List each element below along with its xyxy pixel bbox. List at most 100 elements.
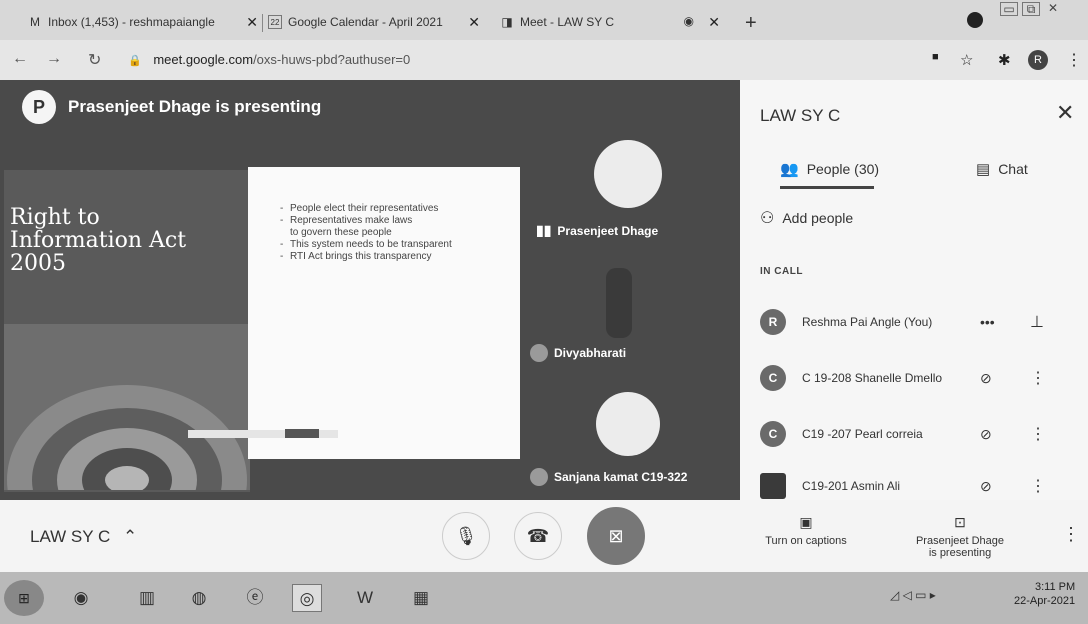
tab-gmail[interactable]: M Inbox (1,453) - reshmapaiangle ✕	[28, 8, 258, 36]
tab-calendar[interactable]: 22 Google Calendar - April 2021 ✕	[268, 8, 480, 36]
slide-title-line: 2005	[10, 251, 66, 276]
close-tab-icon[interactable]: ✕	[246, 14, 258, 31]
captions-label: Turn on captions	[765, 535, 847, 547]
gmail-icon: M	[30, 15, 40, 29]
file-explorer-icon[interactable]: ▥	[132, 584, 162, 612]
media-player-icon[interactable]: ◉	[66, 584, 96, 612]
participant-photo	[606, 268, 632, 338]
kebab-menu-icon[interactable]: ⋮	[1030, 368, 1046, 388]
participant-name: C19 -207 Pearl correia	[802, 427, 923, 441]
extensions-icon[interactable]: ✱	[998, 51, 1011, 69]
presentation-stage: P Prasenjeet Dhage is presenting Right t…	[0, 80, 740, 500]
participant-name: Reshma Pai Angle (You)	[802, 315, 933, 329]
browser-menu-icon[interactable]: ⋮	[1066, 50, 1082, 70]
pin-icon[interactable]: ⊥	[1030, 312, 1044, 332]
people-panel: LAW SY C ✕ 👥 People (30) ▤ Chat ⚇ Add pe…	[740, 80, 1088, 500]
tile-name-label: Prasenjeet Dhage	[557, 223, 659, 238]
close-tab-icon[interactable]: ✕	[708, 14, 720, 31]
captions-icon: ▣	[799, 514, 813, 530]
tab-label: Google Calendar - April 2021	[288, 15, 443, 29]
start-button[interactable]: ⊞	[4, 580, 44, 616]
chrome-taskbar-icon[interactable]: ◎	[292, 584, 322, 612]
recording-dot-icon: ◉	[683, 14, 694, 28]
leave-call-button[interactable]: ☎	[514, 512, 562, 560]
bookmark-star-icon[interactable]: ☆	[960, 51, 973, 69]
panel-title: LAW SY C	[760, 106, 841, 125]
url-path: /oxs-huws-pbd?authuser=0	[253, 52, 411, 67]
speaking-indicator-icon: ▮▮	[536, 222, 552, 238]
kebab-menu-icon[interactable]: ⋮	[1030, 476, 1046, 496]
word-icon[interactable]: W	[350, 584, 380, 612]
close-tab-icon[interactable]: ✕	[468, 14, 480, 31]
minimize-button[interactable]: ▭	[1000, 2, 1018, 16]
presentation-button[interactable]: ⊡ Prasenjeet Dhage is presenting	[898, 514, 1022, 559]
mic-icon: 🎙	[454, 526, 478, 546]
slide-title-line: Right to	[10, 205, 100, 230]
participant-row[interactable]: C C 19-208 Shanelle Dmello ⊘ ⋮	[760, 362, 1080, 394]
slide-content-panel: People elect their representatives Repre…	[188, 167, 520, 459]
participant-row[interactable]: R Reshma Pai Angle (You) ••• ⊥	[760, 306, 1080, 338]
slide-footnote-button	[285, 429, 319, 438]
close-window-button[interactable]: ✕	[1044, 2, 1062, 16]
avatar: R	[760, 309, 786, 335]
tab-chat[interactable]: ▤ Chat	[976, 160, 1028, 178]
profile-avatar[interactable]: R	[1028, 50, 1048, 70]
people-icon: 👥	[780, 161, 799, 178]
reload-icon[interactable]: ↻	[88, 50, 101, 70]
slide-title-line: Information Act	[10, 228, 187, 253]
slide-bullet: This system needs to be transparent	[280, 239, 452, 251]
tile-name-divyabharati: Divyabharati	[530, 344, 626, 362]
tile-name-sanjana: Sanjana kamat C19-322	[530, 468, 687, 486]
clock-date: 22-Apr-2021	[1014, 595, 1076, 607]
presenting-label: is presenting	[928, 547, 992, 559]
participant-name: C19-201 Asmin Ali	[802, 479, 901, 493]
camera-status-icon[interactable]: ■	[932, 51, 939, 63]
tab-people[interactable]: 👥 People (30)	[780, 160, 879, 178]
slide-title: Right to Information Act 2005	[10, 206, 186, 275]
mic-muted-icon: ⊘	[980, 477, 992, 494]
presenter-avatar: P	[22, 90, 56, 124]
mic-muted-icon: ⊘	[980, 369, 992, 386]
participant-row[interactable]: C C19 -207 Pearl correia ⊘ ⋮	[760, 418, 1080, 450]
close-icon[interactable]: ✕	[1056, 100, 1074, 126]
new-tab-button[interactable]: +	[745, 12, 757, 35]
add-person-icon: ⚇	[760, 210, 775, 227]
add-people-button[interactable]: ⚇ Add people	[760, 208, 853, 228]
presenting-banner: P Prasenjeet Dhage is presenting	[22, 90, 321, 124]
tab-label: Meet - LAW SY C	[520, 15, 615, 29]
avatar	[760, 473, 786, 499]
chat-icon: ▤	[976, 161, 991, 178]
url-field[interactable]: 🔒 meet.google.com/oxs-huws-pbd?authuser=…	[128, 52, 410, 67]
internet-explorer-icon[interactable]: ⓔ	[240, 584, 270, 612]
more-options-icon[interactable]: •••	[980, 314, 995, 330]
slide-title-panel: Right to Information Act 2005	[4, 170, 250, 492]
lock-icon: 🔒	[128, 55, 142, 67]
participant-avatar	[530, 344, 548, 362]
add-people-label: Add people	[782, 210, 854, 226]
clock-time: 3:11 PM	[1035, 581, 1076, 593]
restore-button[interactable]: ⧉	[1022, 2, 1040, 16]
chrome-status-icon	[967, 12, 983, 28]
back-icon[interactable]: ←	[12, 50, 28, 68]
meeting-details-button[interactable]: LAW SY C ⌃	[30, 527, 137, 547]
forward-icon[interactable]: →	[46, 50, 62, 68]
url-host: meet.google.com	[153, 52, 254, 67]
skype-icon[interactable]: ◍	[184, 584, 214, 612]
mic-button[interactable]: 🎙	[442, 512, 490, 560]
tab-meet[interactable]: ◨ Meet - LAW SY C ◉ ✕	[500, 8, 720, 36]
parliament-image	[4, 300, 250, 490]
in-call-heading: IN CALL	[760, 266, 803, 277]
kebab-menu-icon[interactable]: ⋮	[1030, 424, 1046, 444]
camera-toggle-button[interactable]: ⊠	[587, 507, 645, 565]
camera-off-icon: ⊠	[608, 526, 624, 546]
taskbar-clock[interactable]: 3:11 PM 22-Apr-2021	[1014, 580, 1075, 608]
captions-button[interactable]: ▣ Turn on captions	[752, 514, 860, 547]
app-window-icon[interactable]: ▦	[406, 584, 436, 612]
slide-bullet: People elect their representatives	[280, 203, 452, 215]
meet-icon: ◨	[501, 15, 513, 29]
more-options-icon[interactable]: ⋮	[1062, 524, 1080, 545]
participant-row[interactable]: C19-201 Asmin Ali ⊘ ⋮	[760, 472, 1080, 500]
system-tray[interactable]: ◿ ◁ ▭ ▸	[890, 588, 936, 602]
mic-muted-icon: ⊘	[980, 425, 992, 442]
presenting-label: Prasenjeet Dhage	[915, 535, 1005, 547]
